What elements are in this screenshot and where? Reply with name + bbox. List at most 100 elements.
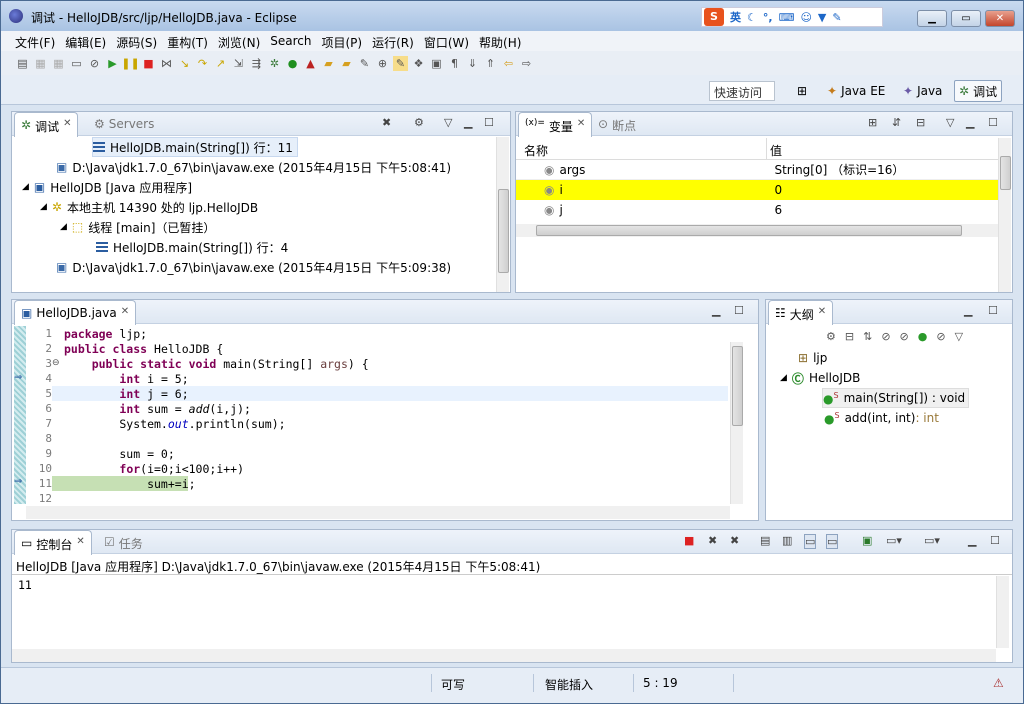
fold-icon[interactable]: ⊖ — [52, 358, 60, 368]
wrench-icon[interactable]: ✎ — [832, 11, 841, 24]
hide-nonpublic-icon[interactable]: ● — [918, 330, 928, 343]
step-return-icon[interactable]: ↗ — [213, 56, 228, 71]
open-console-icon[interactable]: ▭▾ — [924, 534, 940, 547]
editor-hscrollbar[interactable] — [26, 506, 730, 519]
display-console-icon[interactable]: ▭▾ — [886, 534, 902, 547]
minimize-view-icon[interactable]: ▁ — [968, 534, 976, 547]
editor-vscrollbar[interactable] — [730, 342, 743, 504]
run-icon[interactable]: ● — [285, 56, 300, 71]
step-over-icon[interactable]: ↷ — [195, 56, 210, 71]
print-icon[interactable]: ▭ — [69, 56, 84, 71]
open-folder-icon[interactable]: ▰ — [321, 56, 336, 71]
prev-edit-icon[interactable]: ⇑ — [483, 56, 498, 71]
terminate-icon[interactable]: ■ — [141, 56, 156, 71]
suspend-icon[interactable]: ❚❚ — [121, 56, 139, 71]
tab-console[interactable]: ▭ 控制台 ✕ — [14, 530, 92, 555]
maximize-view-icon[interactable]: ☐ — [484, 116, 494, 129]
maximize-view-icon[interactable]: ☐ — [988, 304, 998, 317]
scroll-thumb[interactable] — [732, 346, 743, 426]
remove-terminated-icon[interactable]: ✖ — [382, 116, 391, 129]
menu-help[interactable]: 帮助(H) — [475, 31, 527, 51]
close-icon[interactable]: ✕ — [818, 306, 826, 325]
minimize-view-icon[interactable]: ▁ — [712, 304, 720, 317]
hide-static-icon[interactable]: ⊘ — [900, 330, 909, 343]
tab-hellojdb-java[interactable]: ▣ HelloJDB.java ✕ — [14, 300, 137, 325]
view-menu-icon[interactable]: ▽ — [444, 116, 452, 129]
minimize-view-icon[interactable]: ▁ — [964, 304, 972, 317]
scroll-lock-icon[interactable]: ▥ — [782, 534, 792, 547]
person-icon[interactable]: ☺ — [800, 11, 811, 24]
next-annotation-icon[interactable]: ⊕ — [375, 56, 390, 71]
outline-method-main[interactable]: ●S main(String[]) : void — [822, 388, 970, 408]
launch-row[interactable]: ◢ ▣ HelloJDB [Java 应用程序] — [22, 177, 192, 197]
ime-lang-label[interactable]: 英 — [730, 9, 741, 25]
remove-all-terminated-icon[interactable]: ✖ — [730, 534, 739, 547]
close-icon[interactable]: ✕ — [63, 118, 71, 137]
pen-icon[interactable]: ✎ — [357, 56, 372, 71]
debug-view-scrollbar[interactable] — [496, 137, 509, 292]
menu-refactor[interactable]: 重构(T) — [163, 31, 214, 51]
terminate-icon[interactable]: ■ — [684, 534, 694, 547]
stack-frame-row-2[interactable]: HelloJDB.main(String[]) 行：4 — [96, 237, 288, 257]
shirt-icon[interactable]: ▼ — [818, 11, 826, 24]
expand-arrow-icon[interactable]: ◢ — [780, 373, 787, 383]
show-on-stdout-icon[interactable]: ▭ — [804, 534, 817, 549]
debug-target-row[interactable]: ◢ ✲ 本地主机 14390 处的 ljp.HelloJDB — [40, 197, 258, 217]
minimize-view-icon[interactable]: ▁ — [464, 116, 472, 129]
maximize-view-icon[interactable]: ☐ — [988, 116, 998, 129]
clear-console-icon[interactable]: ▤ — [760, 534, 770, 547]
progress-icon[interactable]: ⚠ — [993, 676, 1004, 690]
comma-icon[interactable]: °, — [763, 11, 773, 24]
tab-variables[interactable]: (x)= 变量 ✕ — [518, 112, 593, 137]
hide-fields-icon[interactable]: ⊘ — [881, 330, 890, 343]
skip-breakpoints-icon[interactable]: ⊘ — [87, 56, 102, 71]
mark-occurrences-icon[interactable]: ✎ — [393, 55, 408, 71]
variable-row-i[interactable]: ◉ i 0 — [516, 180, 998, 200]
moon-icon[interactable]: ☾ — [747, 11, 757, 24]
menu-file[interactable]: 文件(F) — [11, 31, 61, 51]
outline-package[interactable]: ⊞ ljp — [798, 348, 827, 368]
view-menu-icon[interactable]: ▽ — [946, 116, 954, 129]
show-whitespace-icon[interactable]: ¶ — [447, 56, 462, 71]
process-row-2[interactable]: ▣ D:\Java\jdk1.7.0_67\bin\javaw.exe (2015… — [56, 257, 451, 277]
breakpoint-marker-icon[interactable]: ⇒ — [14, 372, 22, 383]
close-icon[interactable]: ✕ — [121, 306, 129, 325]
variable-row-j[interactable]: ◉ j 6 — [516, 200, 998, 220]
resume-icon[interactable]: ▶ — [105, 56, 120, 71]
expand-arrow-icon[interactable]: ◢ — [60, 222, 67, 232]
tab-debug[interactable]: ✲ 调试 ✕ — [14, 112, 79, 137]
menu-project[interactable]: 项目(P) — [318, 31, 369, 51]
hide-local-types-icon[interactable]: ⊘ — [936, 330, 945, 343]
menu-navigate[interactable]: 浏览(N) — [214, 31, 266, 51]
debug-icon[interactable]: ✲ — [267, 56, 282, 71]
thread-row[interactable]: ◢ ⬚ 线程 [main]（已暂挂） — [60, 217, 215, 237]
menu-run[interactable]: 运行(R) — [368, 31, 420, 51]
external-tools-icon[interactable]: ▲ — [303, 56, 318, 71]
outline-class[interactable]: ◢ Ⓒ HelloJDB — [780, 368, 860, 388]
variable-row-args[interactable]: ◉ args String[0] （标识=16） — [516, 160, 998, 180]
tab-outline[interactable]: ☷ 大纲 ✕ — [768, 300, 834, 325]
scroll-thumb[interactable] — [536, 225, 962, 236]
process-row[interactable]: ▣ D:\Java\jdk1.7.0_67\bin\javaw.exe (2015… — [56, 157, 451, 177]
scroll-thumb[interactable] — [498, 189, 509, 273]
use-step-filters-icon[interactable]: ⇶ — [249, 56, 264, 71]
java-perspective-button[interactable]: ✦ Java — [899, 80, 946, 102]
stack-frame-row[interactable]: HelloJDB.main(String[]) 行：11 — [92, 137, 298, 157]
show-on-stderr-icon[interactable]: ▭ — [826, 534, 839, 549]
maximize-view-icon[interactable]: ☐ — [734, 304, 744, 317]
disconnect-icon[interactable]: ⋈ — [159, 56, 174, 71]
col-value-header[interactable]: 值 — [770, 142, 782, 159]
console-hscrollbar[interactable] — [12, 649, 996, 662]
remove-launch-icon[interactable]: ✖ — [708, 534, 717, 547]
console-vscrollbar[interactable] — [996, 576, 1009, 648]
pin-console-icon[interactable]: ▣ — [862, 534, 872, 547]
keyboard-icon[interactable]: ⌨ — [779, 11, 795, 24]
console-output[interactable]: 11 — [18, 578, 32, 592]
minimize-view-icon[interactable]: ▁ — [966, 116, 974, 129]
close-button[interactable]: ✕ — [985, 10, 1015, 27]
close-icon[interactable]: ✕ — [76, 536, 84, 555]
view-menu-icon[interactable]: ▽ — [955, 330, 963, 343]
toggle-comment-icon[interactable]: ❖ — [411, 56, 426, 71]
col-name-header[interactable]: 名称 — [524, 142, 548, 159]
forward-icon[interactable]: ⇨ — [519, 56, 534, 71]
